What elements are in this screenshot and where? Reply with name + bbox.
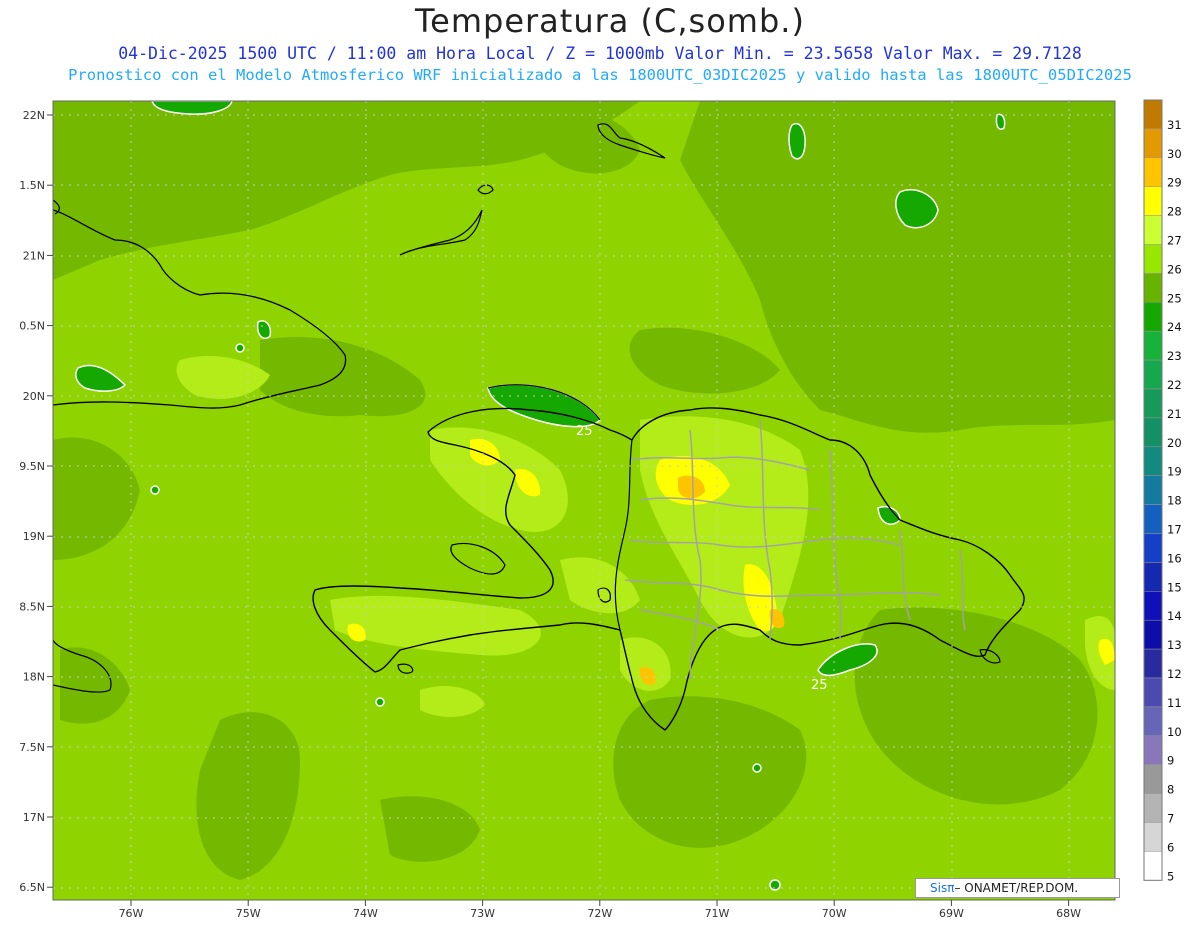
colorbar-swatch (1143, 273, 1163, 303)
colorbar-label: 15 (1167, 580, 1182, 594)
colorbar-swatch (1143, 764, 1163, 794)
colorbar-swatch (1143, 793, 1163, 823)
lat-tick-label: 7.5N (19, 741, 45, 754)
latitude-axis: 22N 1.5N 21N 0.5N 20N 9.5N 19N 8.5N 18N 7.5N 17N 6.… (19, 109, 53, 894)
colorbar-label: 7 (1167, 812, 1174, 826)
colorbar-label: 20 (1167, 436, 1182, 450)
colorbar-label: 6 (1167, 840, 1174, 854)
lat-tick-label: 21N (23, 249, 45, 262)
colorbar-label: 14 (1167, 609, 1182, 623)
temperature-map: 25 25 22N 1.5N 21N 0.5N 20N 9.5N 19N 8.5N 18N 7.5… (19, 99, 1182, 920)
colorbar-swatch (1143, 735, 1163, 765)
colorbar-swatch (1143, 157, 1163, 187)
colorbar: 31 30 29 28 27 26 25 24 23 22 21 20 19 18 17 16 15 14 13 12… (1143, 99, 1182, 883)
colorbar-swatch (1143, 186, 1163, 216)
colorbar-label: 12 (1167, 667, 1182, 681)
colorbar-swatch (1143, 330, 1163, 361)
colorbar-label: 27 (1167, 234, 1182, 248)
colorbar-label: 5 (1167, 869, 1174, 883)
lon-tick-label: 72W (587, 907, 612, 920)
colorbar-label: 8 (1167, 783, 1174, 797)
colorbar-swatch (1143, 475, 1163, 505)
contour-label: 25 (811, 678, 828, 693)
credit-box: Sisπ– ONAMET/REP.DOM. (915, 878, 1120, 898)
colorbar-swatch (1143, 648, 1163, 679)
lat-tick-label: 1.5N (19, 179, 45, 192)
colorbar-label: 23 (1167, 349, 1182, 363)
colorbar-label: 24 (1167, 320, 1182, 334)
lon-tick-label: 68W (1056, 907, 1081, 920)
colorbar-swatch (1143, 99, 1163, 130)
colorbar-swatch (1143, 619, 1163, 650)
shade-25-region (375, 697, 385, 707)
lat-tick-label: 22N (23, 109, 45, 122)
shade-25-region (995, 113, 1006, 130)
shade-25-region (150, 485, 160, 495)
colorbar-swatch (1143, 822, 1163, 852)
colorbar-swatch (1143, 417, 1163, 448)
shade-25-region (788, 123, 806, 160)
lon-tick-label: 71W (705, 907, 730, 920)
colorbar-label: 13 (1167, 638, 1182, 652)
colorbar-label: 29 (1167, 176, 1182, 190)
colorbar-swatch (1143, 359, 1163, 390)
colorbar-swatch (1143, 244, 1163, 274)
colorbar-swatch (1143, 591, 1163, 621)
colorbar-swatch (1143, 446, 1163, 476)
colorbar-label: 22 (1167, 378, 1182, 392)
colorbar-swatch (1143, 215, 1163, 245)
lat-tick-label: 20N (23, 390, 45, 403)
lat-tick-label: 18N (23, 671, 45, 684)
colorbar-swatch (1143, 562, 1163, 592)
colorbar-label: 11 (1167, 696, 1182, 710)
colorbar-swatch (1143, 851, 1163, 881)
contour-label: 25 (576, 424, 593, 439)
colorbar-label: 17 (1167, 523, 1182, 537)
longitude-axis: 76W 75W 74W 73W 72W 71W 70W 69W 68W (119, 900, 1081, 920)
colorbar-label: 31 (1167, 118, 1182, 132)
colorbar-label: 26 (1167, 262, 1182, 276)
colorbar-swatch (1143, 706, 1163, 737)
lat-tick-label: 8.5N (19, 600, 45, 613)
colorbar-label: 25 (1167, 291, 1182, 305)
colorbar-label: 30 (1167, 147, 1182, 161)
colorbar-swatch (1143, 504, 1163, 534)
lon-tick-label: 73W (470, 907, 495, 920)
lon-tick-label: 76W (119, 907, 144, 920)
colorbar-swatch (1143, 388, 1163, 419)
lon-tick-label: 75W (236, 907, 261, 920)
credit-text: – ONAMET/REP.DOM. (954, 881, 1079, 895)
lon-tick-label: 70W (822, 907, 847, 920)
sispi-logo-text: Sis (930, 881, 948, 895)
shade-25-region (235, 343, 245, 353)
colorbar-label: 21 (1167, 407, 1182, 421)
colorbar-label: 28 (1167, 205, 1182, 219)
lon-tick-label: 69W (939, 907, 964, 920)
colorbar-label: 10 (1167, 725, 1182, 739)
colorbar-swatch (1143, 128, 1163, 159)
shade-25-region (256, 320, 272, 340)
lon-tick-label: 74W (353, 907, 378, 920)
colorbar-label: 9 (1167, 754, 1174, 768)
colorbar-swatch (1143, 533, 1163, 563)
lat-tick-label: 19N (23, 530, 45, 543)
lat-tick-label: 17N (23, 811, 45, 824)
colorbar-swatch (1143, 302, 1163, 332)
shade-25-region (752, 763, 762, 773)
colorbar-label: 16 (1167, 551, 1182, 565)
lat-tick-label: 9.5N (19, 460, 45, 473)
colorbar-swatch (1143, 677, 1163, 708)
colorbar-label: 18 (1167, 494, 1182, 508)
lat-tick-label: 0.5N (19, 320, 45, 333)
lat-tick-label: 6.5N (19, 881, 45, 894)
colorbar-label: 19 (1167, 465, 1182, 479)
